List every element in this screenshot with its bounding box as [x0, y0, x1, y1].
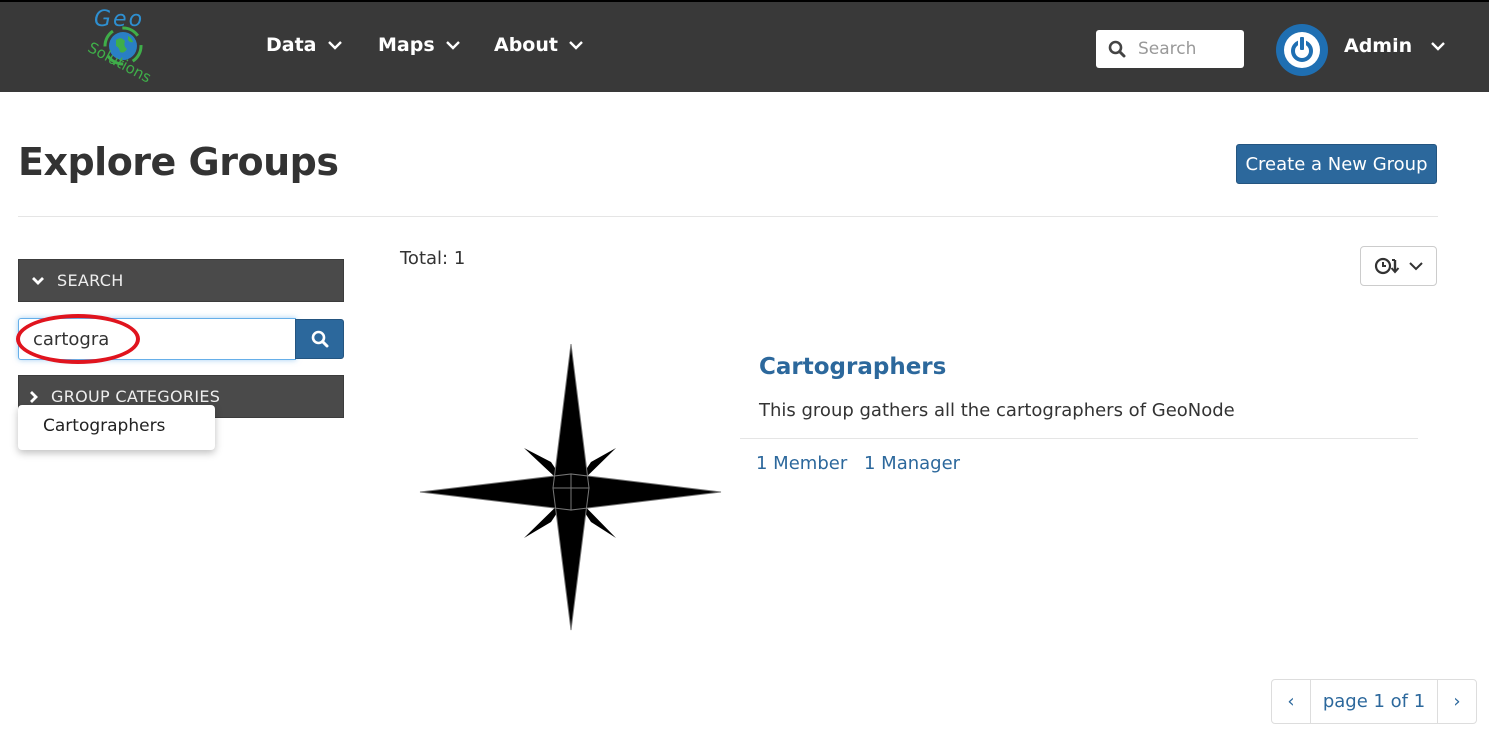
group-members-link[interactable]: 1 Member [756, 453, 847, 474]
pagination: ‹ page 1 of 1 › [1271, 679, 1477, 724]
nav-data-label: Data [266, 34, 317, 56]
search-icon[interactable] [1108, 40, 1126, 58]
chevron-down-icon [445, 41, 460, 50]
user-menu[interactable]: Admin [1344, 35, 1446, 57]
group-managers-link[interactable]: 1 Manager [864, 453, 960, 474]
avatar[interactable] [1276, 24, 1328, 76]
nav-about-label: About [494, 34, 558, 56]
geo-solutions-logo[interactable]: Geo Solutions [76, 4, 172, 88]
chevron-right-icon [30, 390, 38, 403]
group-thumbnail[interactable] [416, 340, 726, 635]
nav-about-menu[interactable]: About [494, 34, 584, 56]
group-search-input[interactable] [18, 318, 296, 360]
sort-dropdown[interactable] [1360, 246, 1437, 286]
autocomplete-suggestion[interactable]: Cartographers [18, 405, 215, 450]
group-categories-label: GROUP CATEGORIES [51, 387, 221, 406]
group-search-button[interactable] [295, 319, 344, 359]
results-total: Total: 1 [400, 248, 466, 269]
chevron-down-icon [32, 276, 44, 285]
global-search-input[interactable] [1138, 39, 1238, 59]
geo-solutions-logo-image: Geo Solutions [85, 7, 154, 87]
nav-maps-menu[interactable]: Maps [378, 34, 461, 56]
chevron-down-icon [1431, 42, 1446, 51]
header-divider [18, 216, 1438, 217]
create-group-button[interactable]: Create a New Group [1236, 144, 1437, 184]
power-icon [1284, 32, 1320, 68]
chevron-down-icon [327, 41, 342, 50]
search-panel-header[interactable]: SEARCH [18, 259, 344, 302]
search-panel-label: SEARCH [57, 271, 124, 290]
group-title-link[interactable]: Cartographers [759, 354, 946, 380]
chevron-down-icon [1408, 262, 1423, 271]
global-search [1096, 30, 1244, 68]
user-name: Admin [1344, 35, 1413, 57]
page-title: Explore Groups [18, 140, 339, 184]
group-description: This group gathers all the cartographers… [759, 400, 1235, 421]
svg-text:Geo: Geo [94, 7, 144, 32]
top-navbar: Geo Solutions Data Maps About Admin [0, 0, 1489, 92]
group-divider [740, 438, 1418, 439]
page-indicator: page 1 of 1 [1310, 680, 1438, 723]
search-icon [311, 330, 328, 348]
next-page-button[interactable]: › [1438, 680, 1476, 723]
compass-rose-image [419, 343, 722, 631]
prev-page-button[interactable]: ‹ [1272, 680, 1310, 723]
nav-data-menu[interactable]: Data [266, 34, 343, 56]
nav-maps-label: Maps [378, 34, 435, 56]
chevron-down-icon [569, 41, 583, 50]
clock-sort-icon [1374, 257, 1399, 275]
